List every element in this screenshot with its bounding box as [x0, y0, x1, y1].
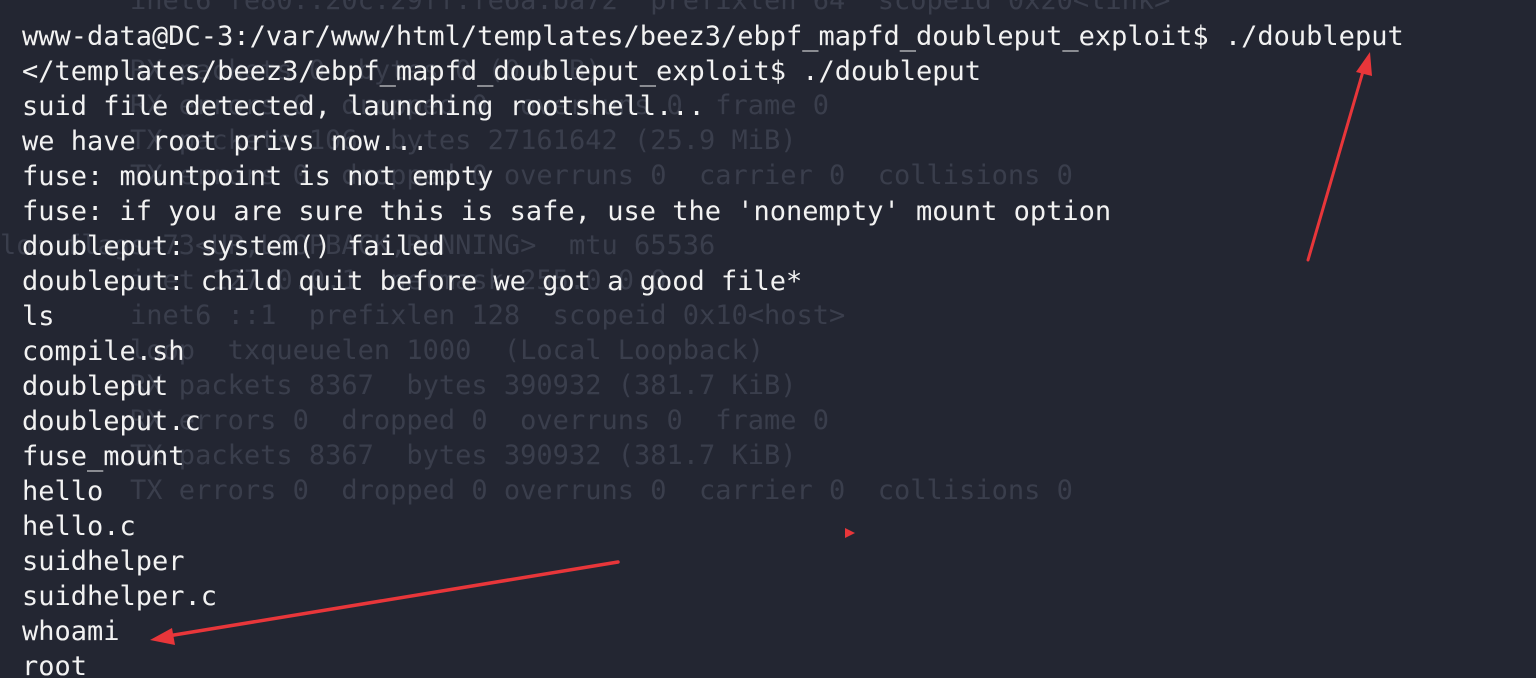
terminal-output: www-data@DC-3:/var/www/html/templates/be…: [0, 0, 1536, 678]
output-line: root: [22, 651, 88, 678]
output-line: suid file detected, launching rootshell.…: [22, 91, 705, 122]
prompt-command-line: www-data@DC-3:/var/www/html/templates/be…: [22, 21, 1404, 52]
file-list-item: doubleput.c: [22, 406, 201, 437]
output-line: doubleput: child quit before we got a go…: [22, 266, 803, 297]
file-list-item: hello: [22, 476, 104, 507]
file-list-item: fuse_mount: [22, 441, 185, 472]
output-line: we have root privs now...: [22, 126, 429, 157]
prompt-command-line: </templates/beez3/ebpf_mapfd_doubleput_e…: [22, 56, 982, 87]
file-list-item: suidhelper: [22, 546, 185, 577]
command-line: whoami: [22, 616, 120, 647]
terminal-window[interactable]: inet6 fe80::20c:29ff:fe6a:ba72 prefixlen…: [0, 0, 1536, 678]
file-list-item: doubleput: [22, 371, 169, 402]
output-line: fuse: mountpoint is not empty: [22, 161, 494, 192]
output-line: fuse: if you are sure this is safe, use …: [22, 196, 1112, 227]
file-list-item: suidhelper.c: [22, 581, 218, 612]
command-line: ls: [22, 301, 55, 332]
file-list-item: compile.sh: [22, 336, 185, 367]
output-line: doubleput: system() failed: [22, 231, 445, 262]
file-list-item: hello.c: [22, 511, 136, 542]
